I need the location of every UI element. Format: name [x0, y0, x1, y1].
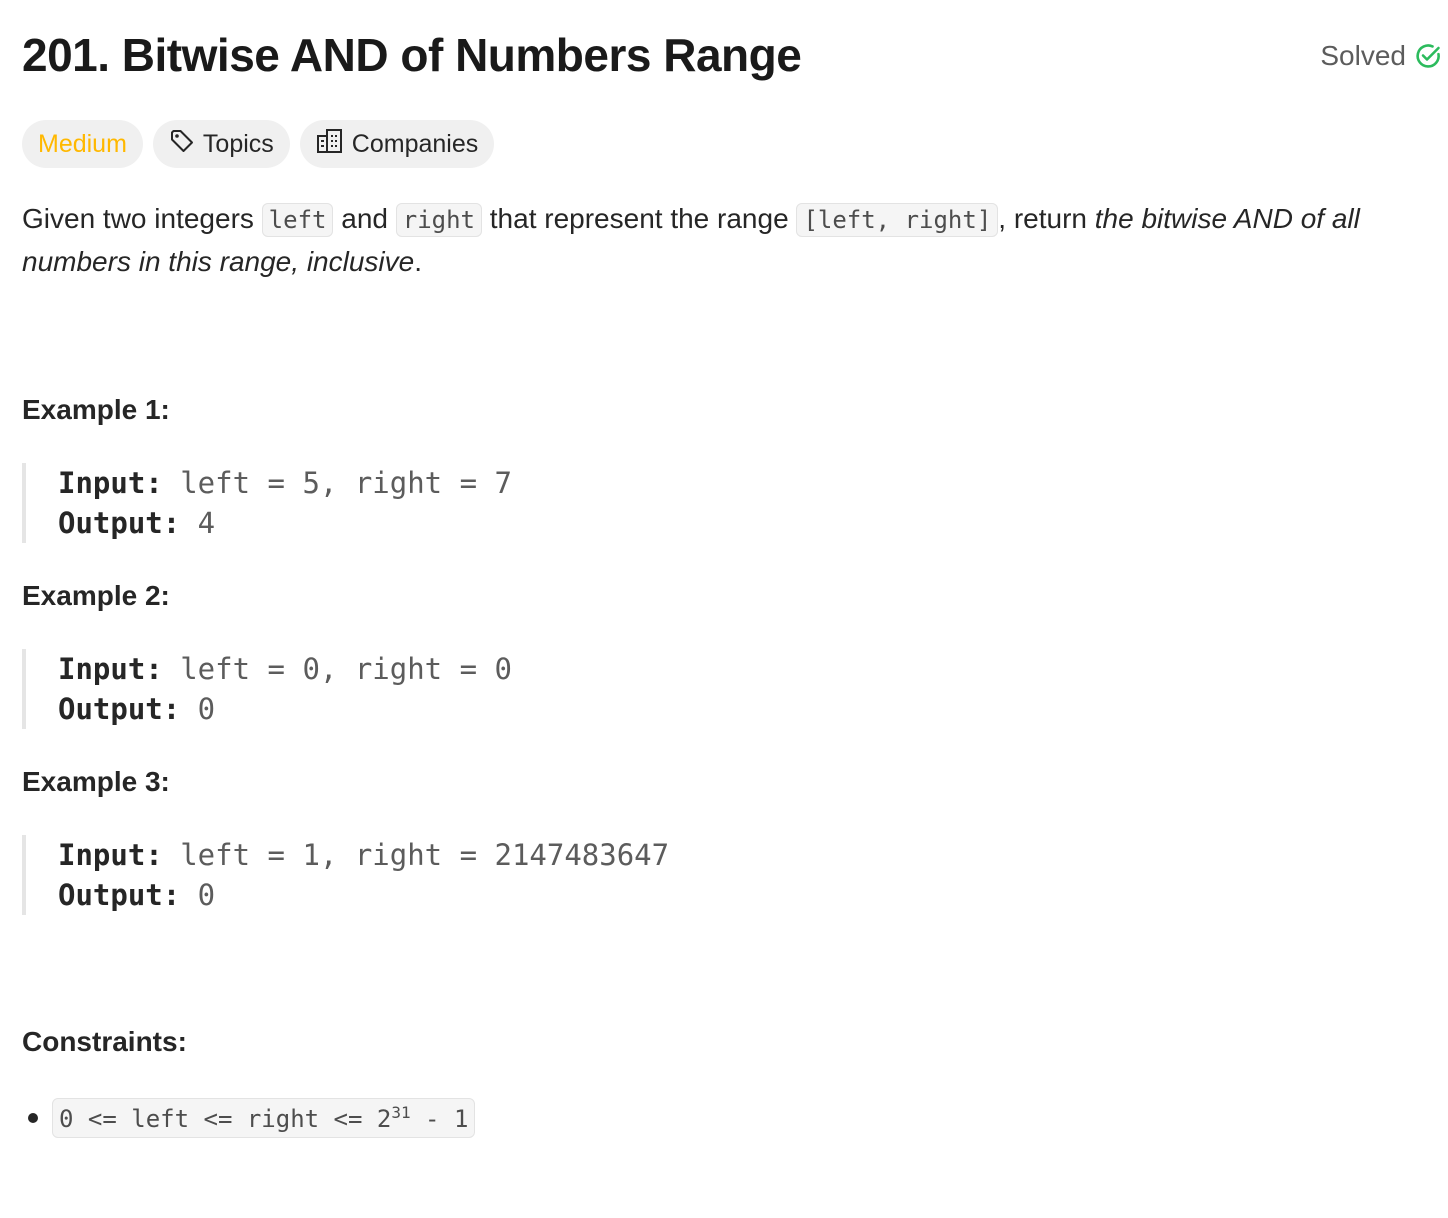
title-row: 201. Bitwise AND of Numbers Range Solved: [22, 28, 1442, 88]
example-2-block: Input: left = 0, right = 0 Output: 0: [22, 649, 512, 729]
input-label: Input:: [58, 838, 163, 872]
input-label: Input:: [58, 466, 163, 500]
output-label: Output:: [58, 506, 181, 540]
solved-status: Solved: [1320, 40, 1442, 72]
constraint-exponent: 31: [391, 1103, 411, 1122]
inline-code-left: left: [261, 203, 334, 237]
constraints-list: 0 <= left <= right <= 231 - 1: [22, 1098, 476, 1138]
inline-code-range: [left, right]: [796, 203, 999, 237]
topics-button[interactable]: Topics: [152, 120, 290, 168]
topics-label: Topics: [202, 129, 274, 158]
bullet-icon: [28, 1113, 38, 1123]
difficulty-label: Medium: [38, 129, 127, 158]
example-3-block: Input: left = 1, right = 2147483647 Outp…: [22, 835, 669, 915]
constraint-text: 0 <= left <= right <= 2: [59, 1105, 392, 1133]
output-value: 4: [180, 506, 216, 540]
output-label: Output:: [58, 692, 181, 726]
companies-button[interactable]: Companies: [299, 120, 495, 168]
statement-text: and: [333, 203, 396, 234]
input-value: left = 1, right = 2147483647: [162, 838, 670, 872]
difficulty-badge: Medium: [22, 120, 143, 168]
statement-text: .: [414, 246, 422, 277]
constraint-suffix: - 1: [410, 1105, 469, 1133]
input-value: left = 5, right = 7: [162, 466, 512, 500]
example-3-heading: Example 3:: [22, 766, 170, 797]
problem-statement: Given two integers left and right that r…: [22, 198, 1422, 283]
building-icon: [316, 127, 344, 162]
output-value: 0: [180, 878, 216, 912]
example-1-block: Input: left = 5, right = 7 Output: 4: [22, 463, 512, 543]
constraint-item: 0 <= left <= right <= 231 - 1: [52, 1098, 476, 1138]
statement-text: Given two integers: [22, 203, 262, 234]
tag-row: Medium Topics Companies: [22, 120, 495, 168]
tag-icon: [169, 128, 195, 161]
inline-code-right: right: [395, 203, 482, 237]
example-1-heading: Example 1:: [22, 394, 170, 425]
input-value: left = 0, right = 0: [162, 652, 512, 686]
output-value: 0: [180, 692, 216, 726]
constraints-heading: Constraints:: [22, 1026, 187, 1057]
output-label: Output:: [58, 878, 181, 912]
check-circle-icon: [1414, 42, 1442, 70]
statement-text: , return: [998, 203, 1095, 234]
companies-label: Companies: [351, 129, 479, 158]
problem-title[interactable]: 201. Bitwise AND of Numbers Range: [22, 28, 802, 82]
input-label: Input:: [58, 652, 163, 686]
solved-label: Solved: [1320, 40, 1406, 71]
example-2-heading: Example 2:: [22, 580, 170, 611]
statement-text: that represent the range: [482, 203, 797, 234]
